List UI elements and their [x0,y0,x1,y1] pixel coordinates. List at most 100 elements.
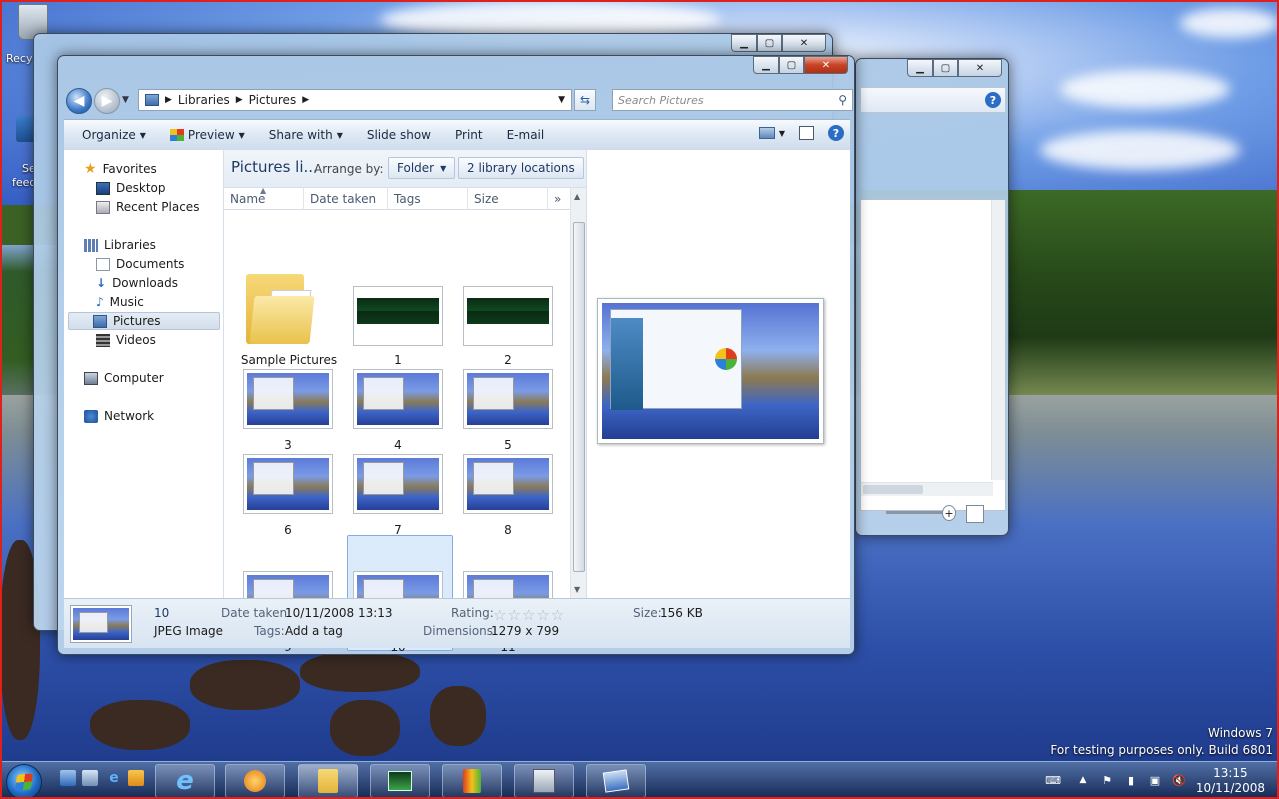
image-thumbnail[interactable] [463,454,553,514]
image-thumbnail[interactable] [353,454,443,514]
explorer-window[interactable]: ▁ ▢ ✕ ◀ ▶ ▼ ▶ Libraries ▶ Pictures ▶ ▼ ⇆… [57,55,855,655]
slide-show-button[interactable]: Slide show [355,128,443,142]
maximize-button[interactable]: ▢ [779,56,804,74]
change-view-icon[interactable] [758,127,775,139]
minimize-button[interactable]: ▁ [753,56,779,74]
arrange-folder-button[interactable]: Folder ▼ [388,157,456,179]
details-tags[interactable]: Add a tag [285,624,343,638]
library-locations-button[interactable]: 2 library locations [458,157,584,179]
minimize-button[interactable]: ▁ [731,34,757,52]
help-icon[interactable]: ? [985,92,1001,108]
image-thumbnail[interactable] [463,369,553,429]
nav-documents[interactable]: Documents [96,255,184,273]
forward-button[interactable]: ▶ [94,88,120,114]
folder-icon[interactable] [246,268,315,344]
view-dropdown-icon[interactable]: ▼ [779,129,785,138]
scroll-thumb[interactable] [863,485,923,494]
scroll-up-icon[interactable]: ▲ [574,192,580,201]
taskbar-internet-explorer[interactable]: e [155,764,215,798]
media-player-quicklaunch-icon[interactable] [128,770,144,786]
organize-button[interactable]: Organize ▼ [70,128,158,142]
network-status-icon[interactable]: ▣ [1148,773,1162,787]
image-thumbnail[interactable] [353,286,443,346]
print-button[interactable]: Print [443,128,495,142]
preview-pane-icon[interactable] [799,126,814,140]
column-date-taken[interactable]: Date taken [304,188,388,210]
nav-pictures[interactable]: Pictures [68,312,220,330]
item-label[interactable]: 2 [453,353,563,367]
action-center-flag-icon[interactable]: ⚑ [1100,773,1114,787]
maximize-button[interactable]: ▢ [757,34,782,52]
item-label[interactable]: 8 [453,523,563,537]
search-input[interactable]: Search Pictures ⚲ [612,89,853,111]
taskbar-photo-viewer[interactable] [586,764,646,798]
show-desktop-icon[interactable] [60,770,76,786]
image-thumbnail[interactable] [353,369,443,429]
close-button[interactable]: ✕ [958,59,1002,77]
minimize-button[interactable]: ▁ [907,59,933,77]
help-icon[interactable]: ? [828,125,844,141]
close-button[interactable]: ✕ [782,34,826,52]
taskbar-windows-explorer[interactable] [298,764,358,798]
breadcrumb-libraries[interactable]: Libraries [178,93,230,107]
fit-to-window-icon[interactable] [966,505,984,523]
keyboard-icon[interactable]: ⌨ [1045,773,1061,787]
item-label[interactable]: Sample Pictures [234,353,344,367]
battery-icon[interactable]: ▮ [1124,773,1138,787]
scroll-thumb[interactable] [573,222,585,572]
nav-computer[interactable]: Computer [84,369,164,387]
breadcrumb-chevron-icon[interactable]: ▶ [236,95,243,105]
horizontal-scrollbar[interactable] [861,482,993,496]
taskbar-task-manager[interactable] [370,764,430,798]
internet-explorer-icon[interactable]: e [106,770,122,786]
column-tags[interactable]: Tags [388,188,468,210]
breadcrumb-chevron-icon[interactable]: ▶ [165,95,172,105]
nav-favorites[interactable]: ★ Favorites [84,160,157,178]
vertical-scrollbar[interactable]: ▲ ▼ [570,188,586,598]
preview-button[interactable]: Preview ▼ [158,128,257,142]
taskbar-calculator[interactable] [514,764,574,798]
address-dropdown-icon[interactable]: ▼ [558,95,565,105]
nav-downloads[interactable]: ↓ Downloads [96,274,178,292]
switch-windows-icon[interactable] [82,770,98,786]
taskbar-paint[interactable] [442,764,502,798]
item-label[interactable]: 5 [453,438,563,452]
show-hidden-icons-chevron-icon[interactable]: ▲ [1076,773,1090,787]
maximize-button[interactable]: ▢ [933,59,958,77]
volume-muted-icon[interactable]: 🔇 [1172,773,1186,787]
image-thumbnail[interactable] [243,369,333,429]
vertical-scrollbar[interactable] [991,200,1005,480]
column-size[interactable]: Size [468,188,548,210]
details-date-taken[interactable]: 10/11/2008 13:13 [285,606,393,620]
preview-image[interactable] [597,298,824,444]
item-label[interactable]: 7 [343,523,453,537]
nav-videos[interactable]: Videos [96,331,156,349]
nav-network[interactable]: Network [84,407,154,425]
email-button[interactable]: E-mail [495,128,557,142]
nav-music[interactable]: ♪ Music [96,293,144,311]
start-button[interactable] [6,764,42,799]
address-bar[interactable]: ▶ Libraries ▶ Pictures ▶ ▼ [138,89,572,111]
scroll-down-icon[interactable]: ▼ [574,585,580,594]
share-with-button[interactable]: Share with ▼ [257,128,355,142]
search-icon[interactable]: ⚲ [838,93,847,107]
back-button[interactable]: ◀ [66,88,92,114]
breadcrumb-pictures[interactable]: Pictures [249,93,297,107]
item-label[interactable]: 4 [343,438,453,452]
refresh-button[interactable]: ⇆ [574,89,596,111]
clock[interactable]: 13:15 10/11/2008 [1196,766,1265,796]
item-label[interactable]: 6 [233,523,343,537]
item-label[interactable]: 1 [343,353,453,367]
background-window-2[interactable]: ▁ ▢ ✕ ? + [855,58,1009,536]
image-thumbnail[interactable] [243,454,333,514]
recent-pages-chevron-icon[interactable]: ▼ [122,95,129,105]
nav-recent-places[interactable]: Recent Places [96,198,199,216]
zoom-in-icon[interactable]: + [942,505,956,521]
item-label[interactable]: 3 [233,438,343,452]
breadcrumb-chevron-icon[interactable]: ▶ [302,95,309,105]
rating-stars[interactable]: ☆☆☆☆☆ [493,606,565,624]
nav-desktop[interactable]: Desktop [96,179,166,197]
more-columns-button[interactable]: » [548,188,570,210]
nav-libraries[interactable]: Libraries [84,236,156,254]
image-thumbnail[interactable] [463,286,553,346]
